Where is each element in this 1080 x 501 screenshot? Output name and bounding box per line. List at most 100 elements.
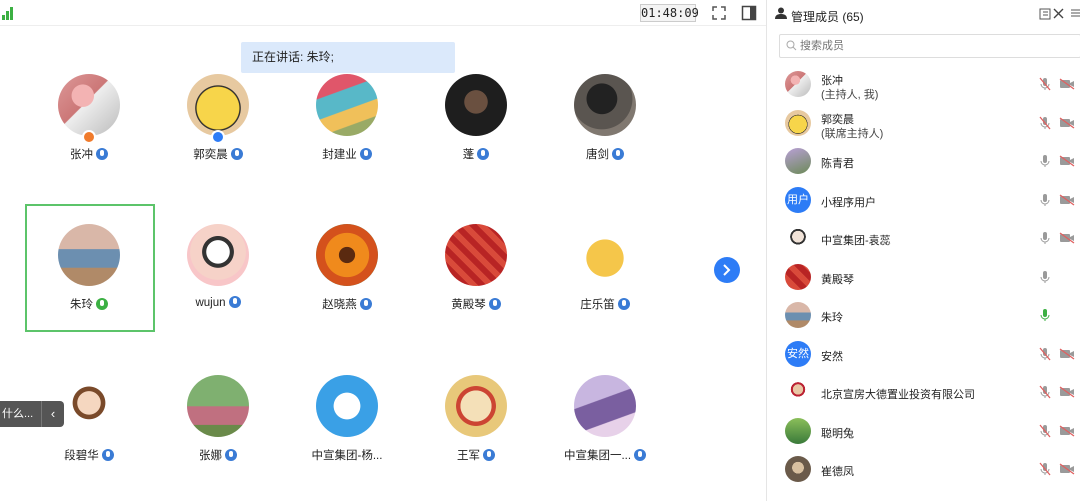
participant-tile[interactable]: 封建业 — [283, 52, 411, 180]
member-row[interactable]: 聪明兔 — [767, 412, 1080, 450]
participant-avatar — [187, 375, 249, 437]
member-row[interactable]: 黄殿琴 — [767, 258, 1080, 296]
participant-name: 赵晓燕 — [283, 296, 411, 312]
microphone-icon[interactable] — [1039, 308, 1051, 322]
participant-name-text: 唐剑 — [586, 149, 609, 161]
mic-muted-icon[interactable] — [1039, 77, 1051, 91]
microphone-icon[interactable] — [1039, 193, 1051, 207]
camera-off-icon[interactable] — [1059, 347, 1075, 360]
member-avatar — [785, 71, 811, 97]
member-row[interactable]: 安然 安然 — [767, 335, 1080, 373]
member-row[interactable]: 朱玲 — [767, 296, 1080, 334]
menu-icon[interactable] — [1071, 8, 1080, 18]
video-stage: 01:48:09 正在讲话: 朱玲; 张冲 郭奕晨 封建业蓬唐剑 朱玲 wujun 赵晓燕… — [0, 0, 766, 501]
participant-tile[interactable]: 中宣集团-杨... — [283, 353, 411, 481]
chat-preview-text: 什么... — [2, 408, 34, 420]
participant-name-text: 郭奕晨 — [193, 149, 228, 161]
member-name: 陈青君 — [821, 158, 854, 170]
mic-muted-icon[interactable] — [1039, 116, 1051, 130]
camera-off-icon[interactable] — [1059, 193, 1075, 206]
camera-off-icon[interactable] — [1059, 232, 1075, 244]
camera-off-icon[interactable] — [1059, 424, 1075, 437]
participant-name: 中宣集团一... — [541, 447, 669, 463]
cohost-badge-icon — [211, 130, 225, 144]
member-row[interactable]: 用户 小程序用户 — [767, 181, 1080, 219]
participant-name: 段碧华 — [25, 447, 153, 463]
close-icon[interactable] — [1053, 8, 1064, 19]
participant-avatar — [316, 74, 378, 136]
participant-tile[interactable]: 张娜 — [154, 353, 282, 481]
participant-name-text: 王军 — [457, 450, 480, 462]
member-avatar — [785, 302, 811, 328]
member-name: 崔德凤 — [821, 466, 854, 478]
top-toolbar: 01:48:09 — [0, 0, 766, 26]
participant-tile[interactable]: 唐剑 — [541, 52, 669, 180]
participant-tile[interactable]: 王军 — [412, 353, 540, 481]
member-row[interactable]: 崔德凤 — [767, 450, 1080, 488]
member-avatar — [785, 225, 811, 251]
member-row[interactable]: 中宣集团-袁蕊 — [767, 219, 1080, 257]
participant-tile[interactable]: 庄乐笛 — [541, 202, 669, 330]
member-avatar — [785, 417, 811, 444]
participant-name-text: wujun — [195, 297, 226, 309]
member-search[interactable] — [779, 34, 1080, 58]
mic-muted-icon[interactable] — [1039, 385, 1051, 399]
mic-muted-icon[interactable] — [1039, 462, 1051, 476]
camera-off-icon[interactable] — [1059, 116, 1075, 129]
popout-icon[interactable] — [1039, 8, 1051, 20]
search-input[interactable] — [800, 37, 1070, 55]
participant-tile[interactable]: 黄殿琴 — [412, 202, 540, 330]
member-name: 中宣集团-袁蕊 — [821, 235, 891, 247]
participant-name-text: 赵晓燕 — [322, 299, 357, 311]
participant-tile[interactable]: wujun — [154, 202, 282, 330]
member-avatar — [785, 148, 811, 174]
mic-muted-icon[interactable] — [1039, 424, 1051, 438]
toggle-panel-icon[interactable] — [740, 4, 758, 22]
chat-preview[interactable]: 什么... ‹ — [0, 401, 64, 427]
participant-name: 黄殿琴 — [412, 296, 540, 312]
microphone-icon — [225, 449, 237, 461]
member-avatar: 用户 — [785, 186, 811, 213]
participant-avatar — [316, 224, 378, 286]
camera-off-icon[interactable] — [1059, 386, 1075, 398]
member-row[interactable]: 郭奕晨 (联席主持人) — [767, 104, 1080, 142]
microphone-icon[interactable] — [1039, 154, 1051, 168]
member-row[interactable]: 陈青君 — [767, 142, 1080, 180]
participant-tile[interactable]: 蓬 — [412, 52, 540, 180]
microphone-icon — [230, 148, 243, 160]
microphone-icon[interactable] — [1039, 231, 1051, 245]
host-badge-icon — [82, 130, 96, 144]
participant-avatar — [445, 224, 507, 286]
participant-tile[interactable]: 朱玲 — [25, 202, 153, 330]
search-icon — [786, 40, 797, 51]
next-page-button[interactable] — [714, 257, 740, 283]
member-avatar — [785, 379, 811, 405]
member-name: 黄殿琴 — [821, 273, 854, 286]
member-row[interactable]: 张冲 (主持人, 我) — [767, 65, 1080, 103]
mic-muted-icon[interactable] — [1039, 347, 1051, 361]
microphone-icon — [612, 148, 624, 160]
fullscreen-icon[interactable] — [710, 4, 728, 22]
microphone-icon[interactable] — [1039, 270, 1051, 284]
camera-off-icon[interactable] — [1059, 463, 1075, 475]
participant-avatar — [187, 74, 249, 136]
microphone-icon — [96, 148, 108, 160]
participant-tile[interactable]: 郭奕晨 — [154, 52, 282, 180]
microphone-icon — [488, 298, 501, 310]
participant-avatar — [574, 375, 636, 437]
camera-off-icon[interactable] — [1059, 155, 1075, 167]
participant-avatar — [445, 74, 507, 136]
participant-tile[interactable]: 张冲 — [25, 52, 153, 180]
network-signal-icon — [2, 6, 14, 20]
participant-avatar — [58, 375, 120, 437]
member-role: (联席主持人) — [821, 127, 884, 140]
participant-tile[interactable]: 赵晓燕 — [283, 202, 411, 330]
member-row[interactable]: 北京宣房大德置业投资有限公司 — [767, 373, 1080, 411]
camera-off-icon[interactable] — [1059, 78, 1075, 90]
participant-name-text: 封建业 — [322, 149, 357, 161]
member-name: 朱玲 — [821, 312, 843, 324]
participant-name-text: 黄殿琴 — [451, 299, 486, 311]
chevron-left-icon[interactable]: ‹ — [41, 401, 64, 427]
participant-avatar — [316, 375, 378, 437]
participant-tile[interactable]: 中宣集团一... — [541, 353, 669, 481]
